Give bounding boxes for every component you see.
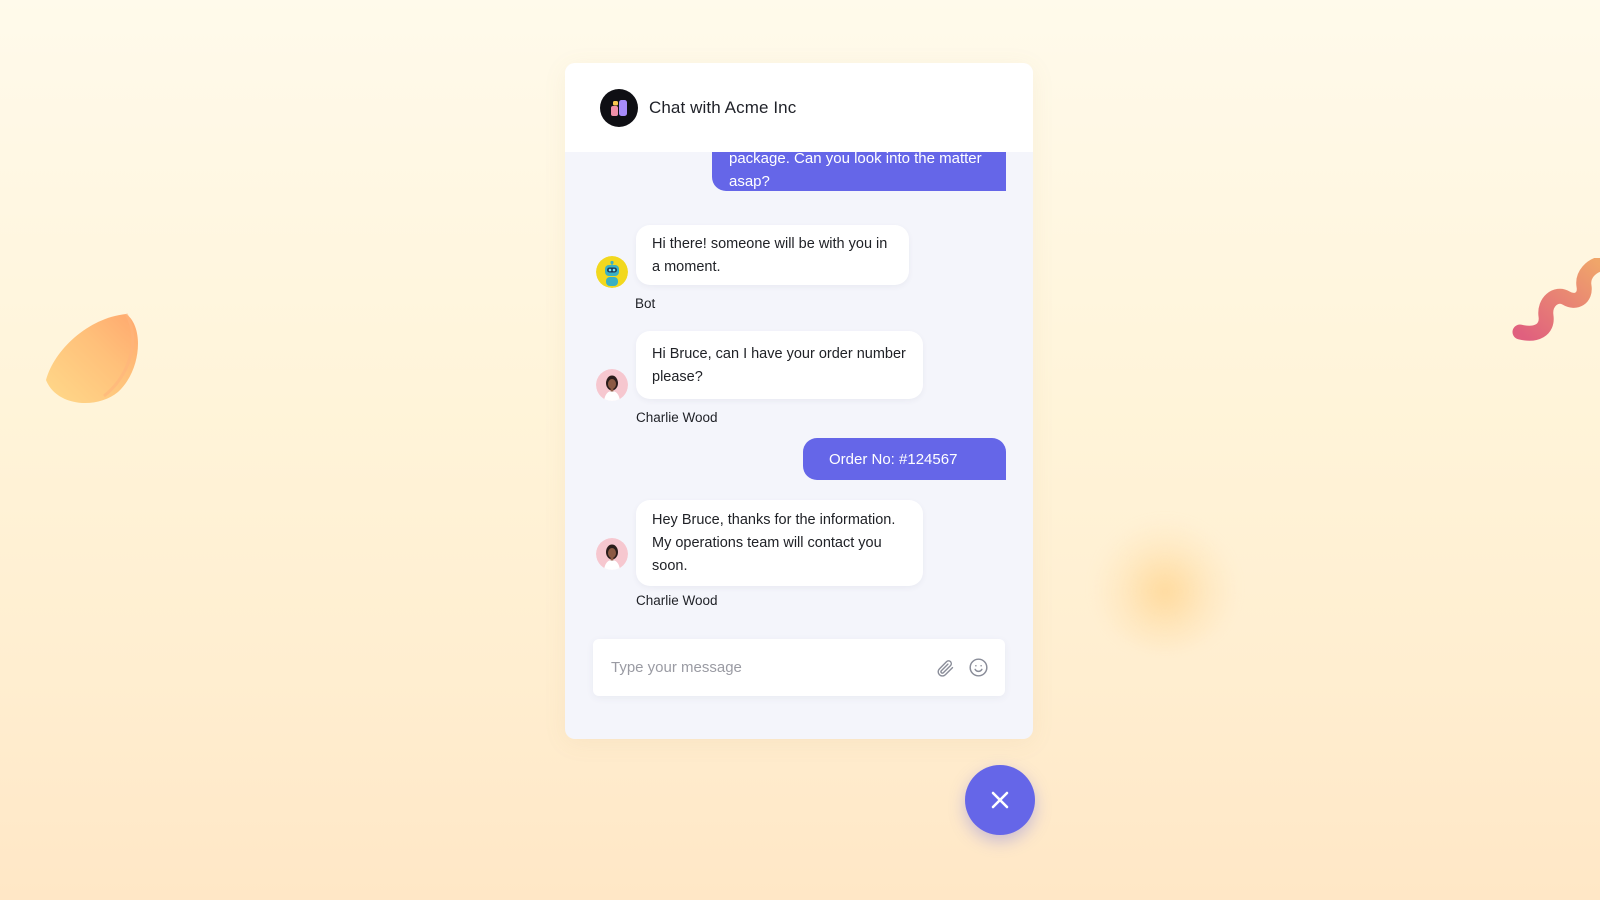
smiley-icon[interactable]	[967, 657, 989, 679]
message-text: Hey Bruce, thanks for the information. M…	[652, 512, 896, 574]
message-input[interactable]	[611, 659, 934, 676]
close-chat-button[interactable]	[965, 765, 1035, 835]
chat-window: package. Can you look into the matter as…	[565, 63, 1033, 739]
user-message-bubble: Order No: #124567	[803, 438, 1006, 480]
chat-title: Chat with Acme Inc	[649, 97, 797, 117]
decorative-squiggle-shape	[1512, 258, 1600, 341]
agent-avatar	[596, 369, 628, 401]
message-text: Hi Bruce, can I have your order number p…	[652, 346, 906, 385]
decorative-blur-blob	[1095, 520, 1235, 650]
decorative-leaf-shape	[46, 313, 138, 404]
brand-logo-icon	[600, 88, 638, 127]
message-sender-name: Charlie Wood	[636, 410, 718, 425]
agent-message-bubble: Hey Bruce, thanks for the information. M…	[636, 500, 923, 586]
chat-header: Chat with Acme Inc	[565, 63, 1033, 152]
agent-message-bubble: Hi there! someone will be with you in a …	[636, 225, 909, 285]
message-sender-name: Bot	[635, 296, 656, 311]
bot-avatar	[596, 256, 628, 288]
message-text: Hi there! someone will be with you in a …	[652, 236, 888, 275]
agent-avatar	[596, 538, 628, 570]
message-sender-name: Charlie Wood	[636, 593, 718, 608]
paperclip-icon[interactable]	[934, 657, 956, 679]
message-text: package. Can you look into the matter as…	[729, 150, 982, 190]
message-composer	[593, 639, 1005, 696]
agent-message-bubble: Hi Bruce, can I have your order number p…	[636, 331, 923, 399]
message-text: Order No: #124567	[829, 451, 958, 468]
close-icon	[991, 791, 1009, 809]
